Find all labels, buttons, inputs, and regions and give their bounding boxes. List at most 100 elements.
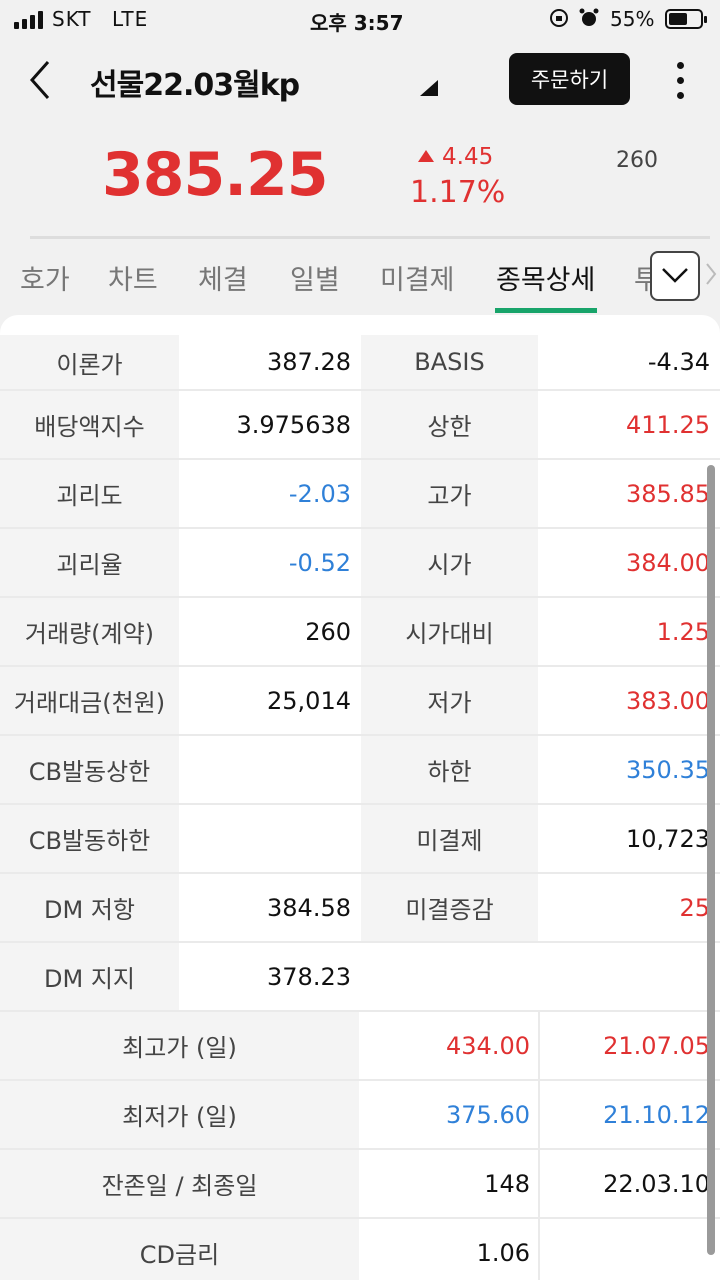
label-dividend-index: 배당액지수	[0, 391, 179, 458]
tab-bar: 호가 차트 체결 일별 미결제 종목상세 투	[0, 248, 720, 314]
value-oi-change: 25	[679, 893, 710, 922]
more-options-icon[interactable]	[668, 58, 692, 102]
value-dividend-index: 3.975638	[236, 410, 351, 439]
table-row: 이론가 387.28 BASIS -4.34	[0, 335, 720, 391]
label-dm-support: DM 지지	[0, 943, 179, 1010]
empty-cell	[540, 943, 720, 1010]
value-remaining-days: 148	[484, 1169, 530, 1198]
value-open: 384.00	[626, 548, 710, 577]
table-row: 최저가 (일) 375.60 21.10.12	[0, 1081, 720, 1150]
rotation-lock-icon	[550, 9, 568, 27]
table-row: CB발동상한 하한 350.35	[0, 736, 720, 805]
label-lower-limit: 하한	[361, 736, 538, 803]
label-basis: BASIS	[361, 335, 538, 389]
battery-icon	[665, 9, 707, 29]
table-row: CB발동하한 미결제 10,723	[0, 805, 720, 874]
value-low: 383.00	[626, 686, 710, 715]
instrument-title[interactable]: 선물22.03월kp	[90, 60, 300, 104]
value-disparity-rate: -0.52	[288, 548, 351, 577]
network-label: LTE	[112, 7, 149, 31]
table-row: DM 지지 378.23	[0, 943, 720, 1012]
label-open-change: 시가대비	[361, 598, 538, 665]
value-open-change: 1.25	[656, 617, 710, 646]
value-trade-value: 25,014	[267, 686, 351, 715]
value-last-trading-day: 22.03.10	[603, 1169, 710, 1198]
label-open: 시가	[361, 529, 538, 596]
label-cb-lower: CB발동하한	[0, 805, 179, 872]
value-high: 385.85	[626, 479, 710, 508]
label-open-interest: 미결제	[361, 805, 538, 872]
order-button[interactable]: 주문하기	[509, 53, 630, 105]
clock: 오후 3:57	[310, 11, 404, 35]
label-remaining-days: 잔존일 / 최종일	[0, 1150, 359, 1217]
price-change-value: 4.45	[442, 144, 494, 170]
table-row: DM 저항 384.58 미결증감 25	[0, 874, 720, 943]
value-cb-upper	[181, 736, 359, 803]
label-lowest-price: 최저가 (일)	[0, 1081, 359, 1148]
table-row: 배당액지수 3.975638 상한 411.25	[0, 391, 720, 460]
divider	[30, 236, 710, 239]
value-theoretical-price: 387.28	[267, 348, 351, 376]
carrier-label: SKT	[52, 7, 92, 31]
tab-chart[interactable]: 차트	[108, 258, 158, 297]
active-tab-indicator	[495, 308, 597, 313]
chevron-right-icon[interactable]	[704, 260, 718, 288]
chevron-left-icon	[29, 61, 50, 99]
details-table: 이론가 387.28 BASIS -4.34 배당액지수 3.975638 상한…	[0, 335, 720, 1280]
table-row: 괴리율 -0.52 시가 384.00	[0, 529, 720, 598]
label-cd-rate: CD금리	[0, 1219, 359, 1280]
value-open-interest: 10,723	[626, 824, 710, 853]
value-upper-limit: 411.25	[626, 410, 710, 439]
tab-hoga[interactable]: 호가	[20, 258, 70, 297]
volume: 260	[616, 148, 658, 173]
value-cd-rate: 1.06	[476, 1238, 530, 1267]
label-theoretical-price: 이론가	[0, 335, 179, 389]
label-disparity-rate: 괴리율	[0, 529, 179, 596]
alarm-clock-icon	[579, 8, 599, 26]
value-lowest-price-date: 21.10.12	[603, 1100, 710, 1129]
table-row: 잔존일 / 최종일 148 22.03.10	[0, 1150, 720, 1219]
label-trade-value: 거래대금(천원)	[0, 667, 179, 734]
label-cb-upper: CB발동상한	[0, 736, 179, 803]
label-high: 고가	[361, 460, 538, 527]
up-triangle-icon	[418, 150, 434, 162]
instrument-dropdown-icon[interactable]	[420, 80, 438, 96]
tab-daily[interactable]: 일별	[290, 258, 340, 297]
tab-trades[interactable]: 체결	[198, 258, 248, 297]
label-low: 저가	[361, 667, 538, 734]
value-lowest-price: 375.60	[446, 1100, 530, 1129]
current-price: 385.25	[102, 140, 329, 210]
scrollbar[interactable]	[707, 465, 715, 1255]
tab-details[interactable]: 종목상세	[496, 258, 595, 297]
value-dm-resistance: 384.58	[267, 893, 351, 922]
tab-open-interest[interactable]: 미결제	[380, 258, 455, 297]
header: 선물22.03월kp 주문하기	[0, 40, 720, 120]
table-row: 거래대금(천원) 25,014 저가 383.00	[0, 667, 720, 736]
battery-percent: 55%	[610, 7, 655, 31]
table-row: 거래량(계약) 260 시가대비 1.25	[0, 598, 720, 667]
value-highest-price-date: 21.07.05	[603, 1031, 710, 1060]
details-card: 이론가 387.28 BASIS -4.34 배당액지수 3.975638 상한…	[0, 315, 720, 1280]
value-disparity: -2.03	[288, 479, 351, 508]
signal-icon	[14, 9, 43, 29]
table-row: 괴리도 -2.03 고가 385.85	[0, 460, 720, 529]
empty-cell	[361, 943, 538, 1010]
price-change: 4.45	[418, 144, 493, 170]
status-bar: SKT LTE 오후 3:57 55%	[0, 0, 720, 40]
label-volume-contracts: 거래량(계약)	[0, 598, 179, 665]
value-highest-price: 434.00	[446, 1031, 530, 1060]
label-dm-resistance: DM 저항	[0, 874, 179, 941]
chevron-down-icon	[662, 268, 688, 283]
value-dm-support: 378.23	[267, 962, 351, 991]
value-cb-lower	[181, 805, 359, 872]
table-row: CD금리 1.06	[0, 1219, 720, 1280]
price-change-percent: 1.17%	[410, 175, 506, 210]
label-oi-change: 미결증감	[361, 874, 538, 941]
label-highest-price: 최고가 (일)	[0, 1012, 359, 1079]
value-basis: -4.34	[647, 348, 710, 376]
tab-menu-button[interactable]	[650, 251, 700, 301]
label-disparity: 괴리도	[0, 460, 179, 527]
value-volume-contracts: 260	[305, 617, 351, 646]
back-button[interactable]	[22, 58, 62, 102]
label-upper-limit: 상한	[361, 391, 538, 458]
